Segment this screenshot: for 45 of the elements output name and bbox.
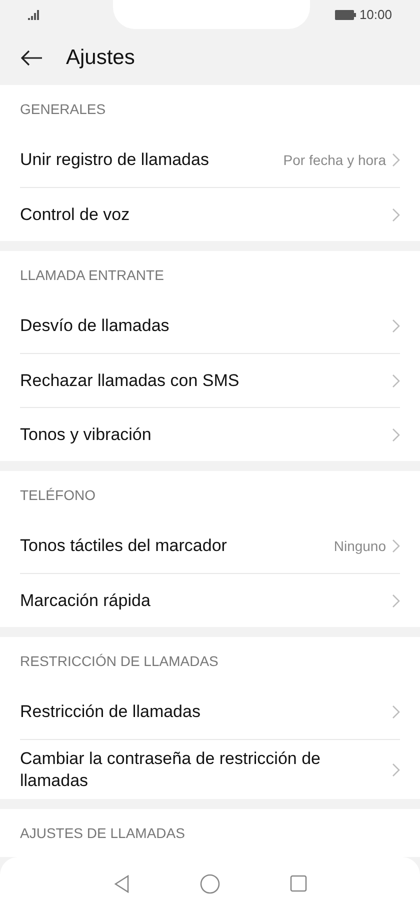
settings-row[interactable]: Marcación rápida: [20, 573, 400, 627]
back-nav-button[interactable]: [114, 874, 130, 892]
section-header: LLAMADA ENTRANTE: [20, 266, 164, 284]
chevron-right-icon: [392, 428, 400, 442]
circle-home-icon: [200, 874, 220, 894]
chevron-right-icon: [392, 594, 400, 608]
page-title: Ajustes: [66, 44, 135, 71]
row-label: Tonos y vibración: [20, 424, 152, 446]
settings-row[interactable]: Tonos y vibración: [20, 407, 400, 461]
home-nav-button[interactable]: [200, 874, 220, 894]
settings-row[interactable]: Rechazar llamadas con SMS: [20, 353, 400, 407]
section-header: TELÉFONO: [20, 486, 96, 504]
row-label: Marcación rápida: [20, 590, 150, 612]
row-label: Restricción de llamadas: [20, 701, 200, 723]
chevron-right-icon: [392, 319, 400, 333]
signal-icon: [28, 10, 42, 20]
square-recents-icon: [290, 875, 306, 892]
chevron-right-icon: [392, 762, 400, 776]
section-header: GENERALES: [20, 100, 106, 118]
row-label: Unir registro de llamadas: [20, 149, 209, 171]
row-label: Control de voz: [20, 204, 130, 226]
row-label: Desvío de llamadas: [20, 315, 170, 337]
settings-row[interactable]: Desvío de llamadas: [20, 299, 400, 353]
chevron-right-icon: [392, 374, 400, 388]
settings-row[interactable]: Control de voz: [20, 187, 400, 241]
chevron-right-icon: [392, 539, 400, 553]
settings-row[interactable]: Unir registro de llamadas Por fecha y hora: [20, 133, 400, 187]
settings-row[interactable]: Cambiar la contraseña de restricción de llamadas: [20, 739, 400, 799]
back-arrow-icon: [21, 50, 43, 66]
settings-row[interactable]: Restricción de llamadas: [20, 685, 400, 739]
row-label: Cambiar la contraseña de restricción de llamadas: [20, 748, 322, 792]
row-value: Ninguno: [334, 536, 386, 556]
status-time: 10:00: [359, 6, 392, 24]
row-value: Por fecha y hora: [283, 150, 386, 170]
chevron-right-icon: [392, 208, 400, 222]
battery-icon: [335, 10, 356, 20]
row-label: Tonos táctiles del marcador: [20, 535, 227, 557]
section-header: AJUSTES DE LLAMADAS: [20, 824, 185, 842]
chevron-right-icon: [392, 705, 400, 719]
recents-nav-button[interactable]: [290, 875, 306, 892]
chevron-right-icon: [392, 153, 400, 167]
row-label: Rechazar llamadas con SMS: [20, 370, 240, 392]
settings-row[interactable]: Tonos táctiles del marcador Ninguno: [20, 519, 400, 573]
triangle-back-icon: [114, 874, 130, 892]
section-header: RESTRICCIÓN DE LLAMADAS: [20, 652, 218, 670]
